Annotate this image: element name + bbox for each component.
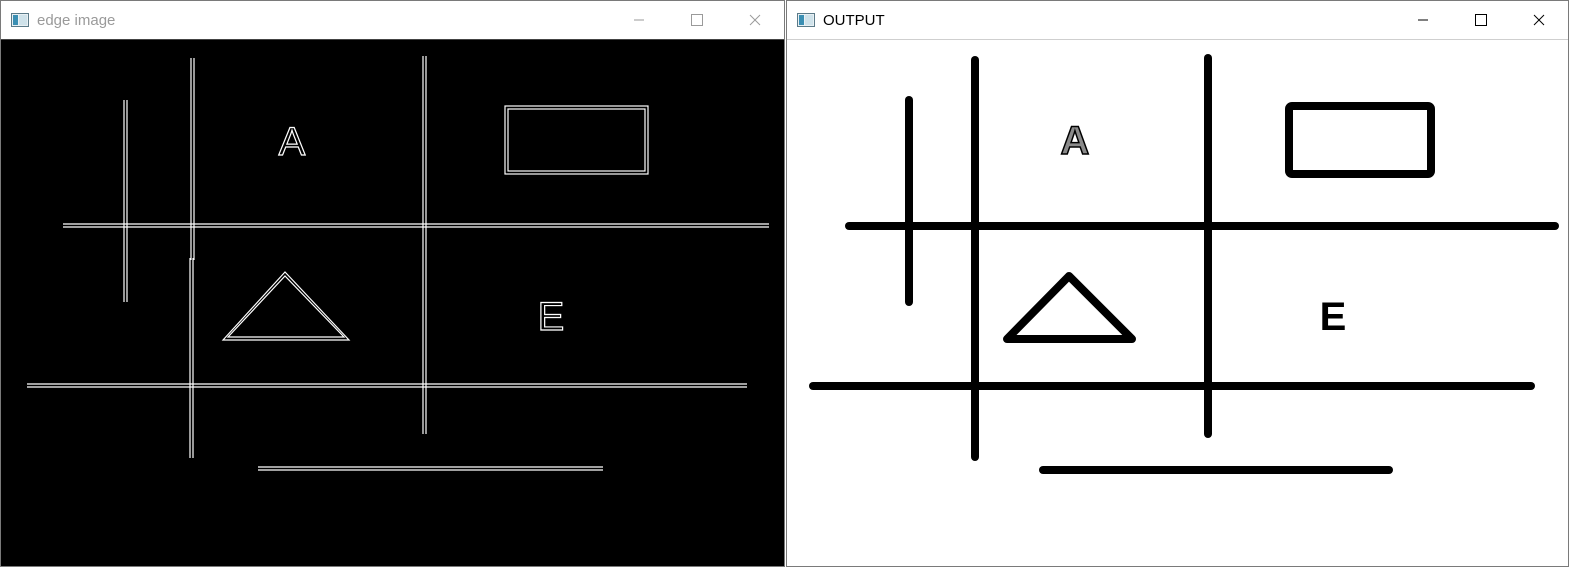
edge-image-window[interactable]: edge image A E (0, 0, 785, 567)
maximize-button[interactable] (1452, 1, 1510, 39)
output-rectangle (1285, 102, 1435, 178)
maximize-icon (691, 14, 703, 26)
minimize-icon (634, 19, 644, 21)
edge-letter-a: A (279, 120, 306, 164)
minimize-icon (1418, 19, 1428, 21)
window-title: edge image (37, 11, 116, 29)
output-drawing: A E (809, 54, 1559, 474)
output-canvas: A E (787, 39, 1568, 566)
edge-rectangle (504, 105, 649, 175)
edge-image-drawing: A E (27, 56, 769, 471)
opencv-window-icon (797, 13, 815, 27)
output-letter-a: A (1061, 119, 1090, 163)
title-bar[interactable]: OUTPUT (787, 1, 1568, 39)
output-window[interactable]: OUTPUT A E (786, 0, 1569, 567)
edge-image-canvas: A E (1, 39, 784, 566)
close-icon (749, 14, 761, 26)
close-icon (1533, 14, 1545, 26)
edge-letter-e: E (538, 295, 565, 339)
maximize-button[interactable] (668, 1, 726, 39)
close-button[interactable] (1510, 1, 1568, 39)
window-title: OUTPUT (823, 11, 885, 29)
title-bar[interactable]: edge image (1, 1, 784, 39)
maximize-icon (1475, 14, 1487, 26)
edge-triangle (221, 271, 351, 341)
opencv-window-icon (11, 13, 29, 27)
close-button[interactable] (726, 1, 784, 39)
minimize-button[interactable] (610, 1, 668, 39)
output-letter-e: E (1320, 295, 1347, 339)
minimize-button[interactable] (1394, 1, 1452, 39)
output-triangle (1003, 272, 1136, 343)
